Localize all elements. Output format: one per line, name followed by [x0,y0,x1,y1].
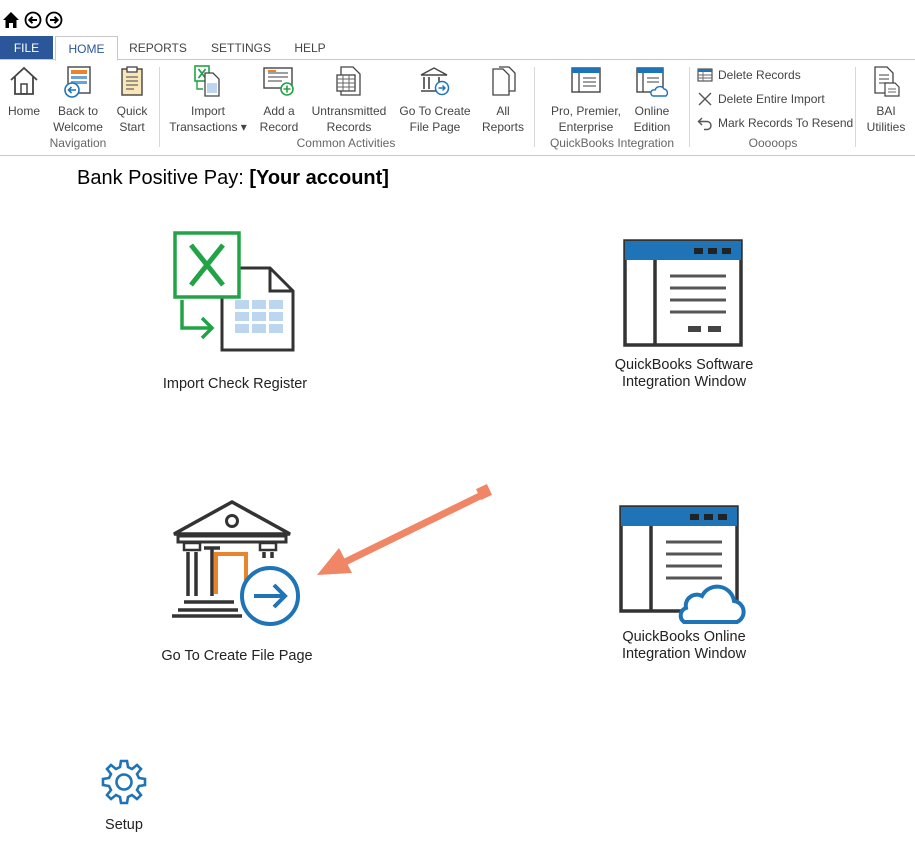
page-title-prefix: Bank Positive Pay: [77,167,250,189]
add-record-icon [263,67,294,96]
setup-label: Setup [105,817,143,833]
ribbon: Home Back to Welcome Quick Start Navigat… [0,59,915,156]
ribbon-separator [159,67,160,147]
pro-premier-enterprise-label: Pro, Premier, Enterprise [550,104,622,134]
tab-home[interactable]: HOME [55,36,118,61]
excel-import-large-icon [173,231,295,352]
online-window-large-icon [619,505,746,624]
tab-settings[interactable]: SETTINGS [206,36,276,60]
x-delete-icon [698,92,712,106]
undo-arrow-icon [697,117,712,131]
home-button-label: Home [7,104,40,118]
add-record-button[interactable]: Add a Record [256,60,302,140]
delete-records-label: Delete Records [718,68,801,82]
tab-reports[interactable]: REPORTS [126,36,190,60]
desktop-window-icon [571,67,601,93]
qb-online-integration-label: QuickBooks Online Integration Window [621,629,747,662]
bank-arrow-large-icon [172,500,300,626]
import-transactions-label: Import Transactions ▾ [169,104,247,134]
online-edition-label: Online Edition [633,104,671,134]
qb-software-integration-tile[interactable]: QuickBooks Software Integration Window [600,236,768,396]
online-edition-button[interactable]: Online Edition [628,60,676,140]
delete-records-button[interactable]: Delete Records [697,65,847,85]
ribbon-separator [534,67,535,147]
reports-icon [492,66,516,96]
setup-tile[interactable]: Setup [94,756,154,838]
navigation-group-label: Navigation [49,136,107,150]
ribbon-separator [855,67,856,147]
excel-import-icon [194,65,220,97]
house-icon [10,66,38,95]
annotation-arrow-icon [317,484,492,575]
bai-document-icon [874,66,900,97]
add-record-label: Add a Record [259,104,299,134]
back-arrow-icon[interactable] [24,11,42,29]
quick-start-button[interactable]: Quick Start [112,60,152,140]
ribbon-separator [689,67,690,147]
import-check-register-label: Import Check Register [162,376,308,392]
online-window-icon [636,67,669,97]
go-to-create-file-page-tile-label: Go To Create File Page [161,648,313,664]
delete-entire-import-button[interactable]: Delete Entire Import [697,89,847,109]
tab-help[interactable]: HELP [288,36,332,60]
import-transactions-button[interactable]: Import Transactions ▾ [166,60,250,140]
pro-premier-enterprise-button[interactable]: Pro, Premier, Enterprise [548,60,624,140]
qb-online-integration-tile[interactable]: QuickBooks Online Integration Window [600,504,770,666]
go-to-create-file-page-button[interactable]: Go To Create File Page [396,60,474,140]
bai-utilities-label: BAI Utilities [866,104,906,134]
quick-start-label: Quick Start [116,104,148,134]
qb-software-integration-label: QuickBooks Software Integration Window [614,357,754,390]
back-to-welcome-label: Back to Welcome [53,104,103,134]
bank-icon [420,67,450,96]
import-check-register-tile[interactable]: Import Check Register [150,228,320,398]
page-title: Bank Positive Pay: [Your account] [77,167,389,190]
tab-file[interactable]: FILE [0,36,53,60]
delete-entire-import-label: Delete Entire Import [718,92,825,106]
home-quick-icon[interactable] [2,11,20,29]
ooooops-group-label: Ooooops [748,136,798,150]
all-reports-label: All Reports [481,104,525,134]
page-title-account: [Your account] [249,167,389,189]
quickbooks-integration-group-label: QuickBooks Integration [549,136,675,150]
mark-records-to-resend-button[interactable]: Mark Records To Resend [697,113,854,133]
delete-records-icon [697,68,713,82]
untransmitted-records-button[interactable]: Untransmitted Records [306,60,392,140]
gear-icon [101,759,147,805]
clipboard-icon [121,66,143,96]
bai-utilities-button[interactable]: BAI Utilities [862,60,910,140]
software-window-large-icon [623,239,743,347]
all-reports-button[interactable]: All Reports [478,60,528,140]
mark-records-to-resend-label: Mark Records To Resend [718,116,854,130]
common-activities-group-label: Common Activities [296,136,396,150]
forward-arrow-icon[interactable] [45,11,63,29]
home-button[interactable]: Home [3,60,45,140]
untransmitted-records-label: Untransmitted Records [311,104,387,134]
go-to-create-file-page-label: Go To Create File Page [399,104,471,134]
spreadsheet-icon [336,66,361,96]
back-to-welcome-button[interactable]: Back to Welcome [50,60,106,140]
welcome-page-icon [64,66,91,98]
ribbon-tab-bar: FILE HOME REPORTS SETTINGS HELP [0,36,915,61]
